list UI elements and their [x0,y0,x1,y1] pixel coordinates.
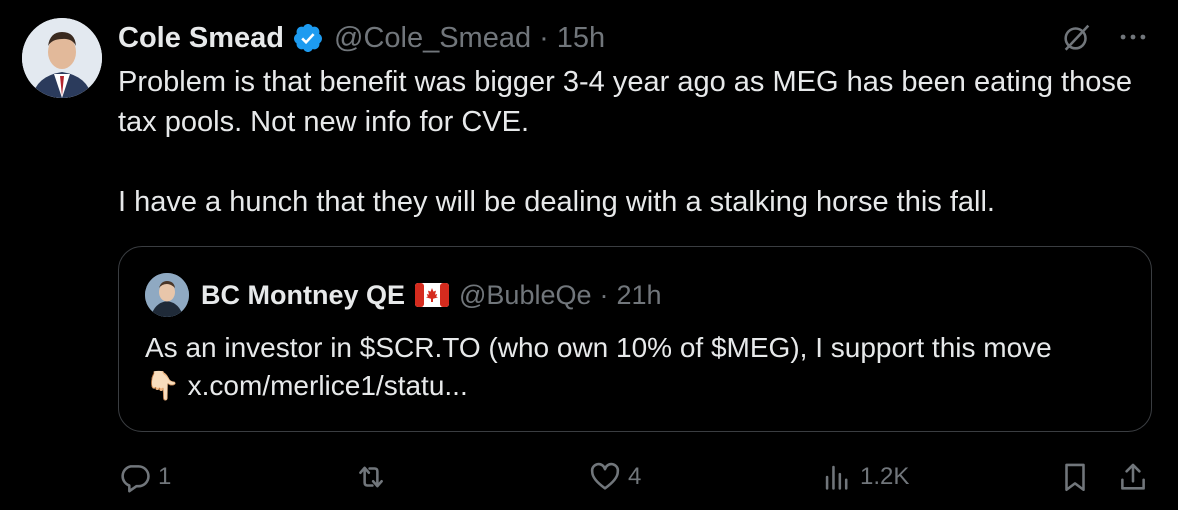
repost-icon [359,466,383,488]
reply-button[interactable]: 1 [118,460,171,494]
tweet-text: Problem is that benefit was bigger 3-4 y… [118,62,1138,222]
like-count: 4 [628,463,642,490]
heart-icon [590,462,620,490]
quoted-tweet-header: BC Montney QE @BubleQe · 21h [145,273,662,317]
verified-badge-icon[interactable] [292,22,324,54]
separator-dot: · [539,21,549,54]
bookmark-button[interactable] [1058,460,1092,494]
tweet-header: Cole Smead @Cole_Smead · 15h [118,18,605,58]
more-options-icon[interactable] [1116,20,1150,54]
quoted-link[interactable]: x.com/merlice1/statu... [188,370,468,401]
share-button[interactable] [1116,460,1150,494]
views-icon [825,465,848,490]
reply-count: 1 [158,463,172,490]
views-count: 1.2K [860,463,910,490]
quoted-author-handle[interactable]: @BubleQe [459,280,591,311]
tweet-time[interactable]: 15h [557,22,605,55]
tweet-actions-bar: 1 4 1.2K [118,460,1158,500]
author-avatar-image [22,18,102,98]
quoted-separator-dot: · [599,279,609,310]
quoted-avatar-image [145,273,189,317]
tweet-paragraph-1: Problem is that benefit was bigger 3-4 y… [118,66,1132,138]
canada-flag-icon [415,283,450,307]
share-icon [1121,463,1145,490]
repost-button[interactable] [354,460,388,494]
quoted-author-avatar[interactable] [145,273,189,317]
pointing-down-emoji: 👇🏻 [145,370,180,401]
like-button[interactable]: 4 [588,460,641,494]
author-avatar[interactable] [22,18,102,98]
tweet-top-actions [1060,20,1150,54]
author-name[interactable]: Cole Smead [118,22,284,55]
reply-icon [121,465,150,493]
quoted-text-line-1: As an investor in $SCR.TO (who own 10% o… [145,332,1052,363]
quoted-author-name[interactable]: BC Montney QE [201,280,405,311]
tweet-paragraph-2: I have a hunch that they will be dealing… [118,186,995,218]
quoted-tweet-time[interactable]: 21h [617,280,662,311]
author-handle[interactable]: @Cole_Smead [334,22,531,55]
quoted-text-line-2: 👇🏻 x.com/merlice1/statu... [145,367,1135,405]
views-button[interactable]: 1.2K [820,460,909,494]
grok-icon[interactable] [1060,20,1094,54]
quoted-tweet[interactable]: BC Montney QE @BubleQe · 21h As an inves… [118,246,1152,432]
bookmark-icon [1065,463,1085,492]
quoted-tweet-text: As an investor in $SCR.TO (who own 10% o… [145,329,1135,405]
